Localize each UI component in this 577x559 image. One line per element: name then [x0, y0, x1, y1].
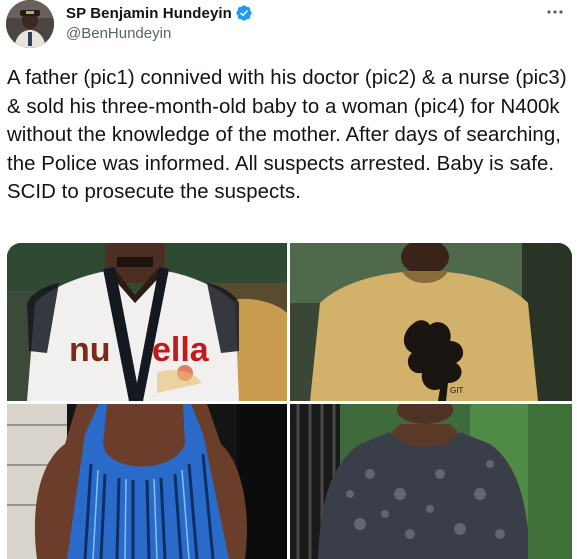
- photo-pic4[interactable]: [290, 404, 572, 559]
- author-names: SP Benjamin Hundeyin @BenHundeyin: [66, 2, 253, 42]
- author-display-name[interactable]: SP Benjamin Hundeyin: [66, 5, 232, 22]
- svg-text:ella: ella: [152, 331, 210, 369]
- verified-badge-icon: [235, 4, 253, 22]
- author-handle[interactable]: @BenHundeyin: [66, 25, 253, 42]
- tweet-header: SP Benjamin Hundeyin @BenHundeyin: [0, 0, 577, 56]
- author-avatar[interactable]: [6, 0, 54, 48]
- more-options-icon[interactable]: [543, 2, 567, 22]
- media-grid: nu ella GIT: [7, 243, 572, 559]
- photo-pic2[interactable]: GIT: [290, 243, 572, 401]
- display-name-row: SP Benjamin Hundeyin: [66, 2, 253, 24]
- svg-text:GIT: GIT: [450, 386, 463, 395]
- photo-pic1[interactable]: nu ella: [7, 243, 287, 401]
- svg-text:nu: nu: [69, 331, 111, 369]
- tweet-text: A father (pic1) connived with his doctor…: [7, 67, 567, 204]
- photo-pic3[interactable]: [7, 404, 287, 559]
